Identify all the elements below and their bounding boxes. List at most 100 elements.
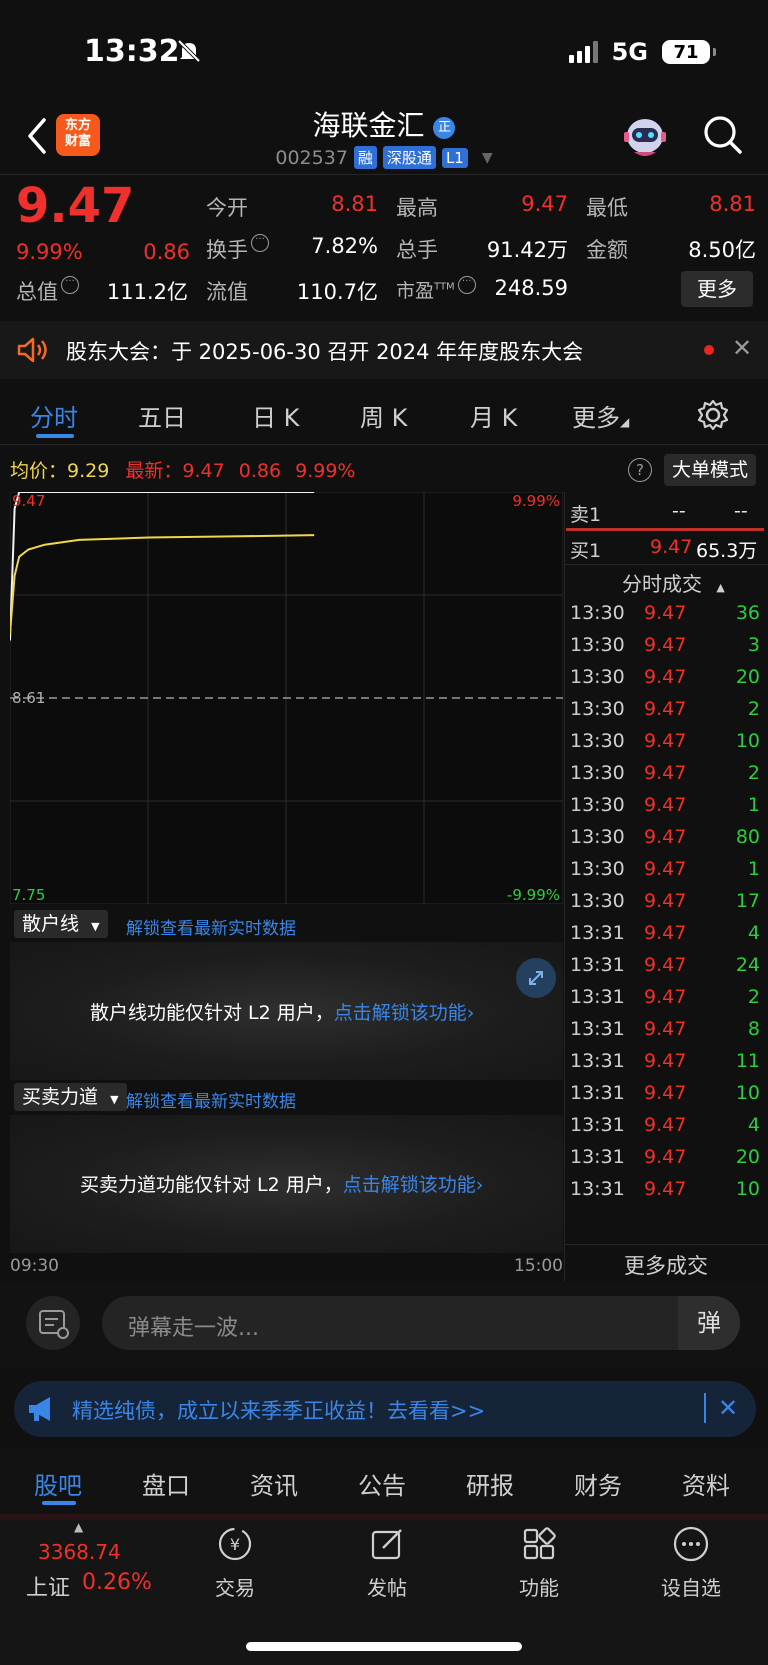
tab-finance[interactable]: 财务 (574, 1466, 622, 1501)
unlock-feature-link[interactable]: 点击解锁该功能 (343, 1174, 476, 1196)
trade-volume: 24 (735, 954, 760, 976)
x-start-label: 09:30 (10, 1256, 59, 1276)
trade-volume: 2 (747, 986, 760, 1008)
more-trades-button[interactable]: 更多成交 (564, 1250, 768, 1280)
float-value: 110.7亿 (296, 280, 378, 304)
tab-guba[interactable]: 股吧 (34, 1466, 82, 1501)
table-row: 13:31 9.47 4 (570, 922, 760, 956)
nav-trade[interactable]: ¥ 交易 (180, 1524, 290, 1601)
trade-price: 9.47 (644, 698, 687, 720)
retail-line-select[interactable]: 散户线 ▼ (14, 910, 108, 938)
trade-price: 9.47 (644, 666, 687, 688)
buy1-label: 买1 (570, 540, 602, 562)
big-order-mode-button[interactable]: 大单模式 (664, 454, 756, 486)
table-row: 13:31 9.47 24 (570, 954, 760, 988)
high-value: 9.47 (521, 192, 568, 216)
battery-icon: 71 (662, 40, 716, 64)
tab-active-indicator (36, 434, 74, 438)
ad-text[interactable]: 精选纯债，成立以来季季正收益！去看看>> (72, 1395, 485, 1425)
tab-research[interactable]: 研报 (466, 1466, 514, 1501)
unlock-feature-link[interactable]: 点击解锁该功能 (334, 1002, 467, 1024)
info-dots-icon[interactable]: ··· (61, 276, 79, 294)
tab-news[interactable]: 资讯 (250, 1466, 298, 1501)
more-dots-icon (673, 1526, 709, 1562)
expand-icon[interactable] (516, 958, 556, 998)
latest-change: 0.86 (238, 460, 282, 482)
trade-force-locked-msg: 买卖力道功能仅针对 L2 用户，点击解锁该功能› (80, 1174, 484, 1196)
unlock-link[interactable]: 解锁查看最新实时数据 (126, 914, 296, 939)
tab-five-day[interactable]: 五日 (138, 398, 186, 433)
info-dots-icon[interactable]: ··· (251, 234, 269, 252)
tab-orderbook[interactable]: 盘口 (142, 1466, 190, 1501)
robot-assistant-icon[interactable] (622, 114, 668, 158)
table-row: 13:30 9.47 36 (570, 602, 760, 636)
index-value[interactable]: 3368.74 (38, 1540, 121, 1564)
functions-grid-icon (523, 1527, 556, 1560)
index-change-pct[interactable]: 0.26% (82, 1570, 152, 1595)
caret-down-icon: ▼ (481, 149, 493, 166)
trade-price: 9.47 (644, 1018, 687, 1040)
nav-add-watchlist[interactable]: 设自选 (636, 1524, 746, 1601)
bottom-tab-active-indicator (42, 1501, 76, 1505)
tab-monthly-k[interactable]: 月 K (470, 398, 517, 433)
danmu-toggle-button[interactable]: 弹 (678, 1296, 740, 1350)
tab-announcements[interactable]: 公告 (358, 1466, 406, 1501)
latest-price: 9.47 (182, 460, 225, 482)
danmu-list-icon[interactable] (26, 1296, 80, 1350)
stock-code: 002537 (275, 146, 348, 169)
search-icon[interactable] (700, 112, 744, 156)
signal-icon (568, 41, 598, 63)
trade-volume: 2 (747, 762, 760, 784)
svg-text:¥: ¥ (230, 1535, 240, 1554)
tab-profile[interactable]: 资料 (682, 1466, 730, 1501)
trade-time: 13:31 (570, 986, 625, 1008)
more-quote-button[interactable]: 更多 (681, 271, 753, 307)
high-label: 最高 (396, 196, 438, 220)
trade-volume: 80 (735, 826, 760, 848)
buy1-volume: 65.3万 (696, 540, 758, 562)
table-row: 13:30 9.47 17 (570, 890, 760, 924)
status-time: 13:32 (84, 34, 180, 69)
y-top-label: 9.47 (12, 492, 45, 510)
trade-time: 13:31 (570, 922, 625, 944)
ad-close-icon[interactable]: ✕ (718, 1394, 738, 1422)
trade-price: 9.47 (644, 986, 687, 1008)
intraday-chart[interactable]: 9.47 8.61 7.75 9.99% -9.99% (10, 492, 563, 904)
table-row: 13:31 9.47 4 (570, 1114, 760, 1148)
trade-time: 13:30 (570, 858, 625, 880)
trade-time: 13:31 (570, 1018, 625, 1040)
trade-time: 13:31 (570, 1050, 625, 1072)
trade-volume: 11 (735, 1050, 760, 1072)
help-icon[interactable]: ? (628, 458, 652, 482)
volume-label: 总手 (396, 238, 438, 262)
tab-daily-k[interactable]: 日 K (252, 398, 299, 433)
trade-force-select[interactable]: 买卖力道 ▼ (14, 1083, 127, 1111)
unlock-link[interactable]: 解锁查看最新实时数据 (126, 1087, 296, 1112)
trade-price: 9.47 (644, 922, 687, 944)
tab-more[interactable]: 更多◢ (572, 398, 629, 433)
trade-price: 9.47 (644, 1178, 687, 1200)
sell1-label: 卖1 (570, 504, 602, 526)
open-label: 今开 (206, 196, 248, 220)
trades-header[interactable]: 分时成交 ▲ (622, 568, 725, 597)
tab-weekly-k[interactable]: 周 K (360, 398, 407, 433)
change-amount: 0.86 (143, 240, 190, 264)
info-dots-icon[interactable]: ··· (457, 276, 476, 294)
bid-ask-divider (566, 528, 764, 531)
index-name[interactable]: 上证 (26, 1570, 70, 1602)
close-icon[interactable]: ✕ (732, 334, 752, 362)
tab-intraday[interactable]: 分时 (30, 398, 78, 433)
speaker-icon (17, 337, 47, 363)
notice-text[interactable]: 股东大会：于 2025-06-30 召开 2024 年年度股东大会 (66, 336, 583, 366)
settings-gear-icon[interactable] (696, 398, 730, 432)
more-trades-divider (564, 1244, 768, 1245)
nav-post[interactable]: 发帖 (332, 1524, 442, 1601)
status-indicators: 5G 71 (568, 38, 716, 66)
nav-functions[interactable]: 功能 (484, 1524, 594, 1601)
table-row: 13:31 9.47 8 (570, 1018, 760, 1052)
tabs-divider (0, 444, 768, 445)
trade-time: 13:30 (570, 890, 625, 912)
table-row: 13:31 9.47 10 (570, 1082, 760, 1116)
trade-volume: 36 (735, 602, 760, 624)
trade-price: 9.47 (644, 1146, 687, 1168)
